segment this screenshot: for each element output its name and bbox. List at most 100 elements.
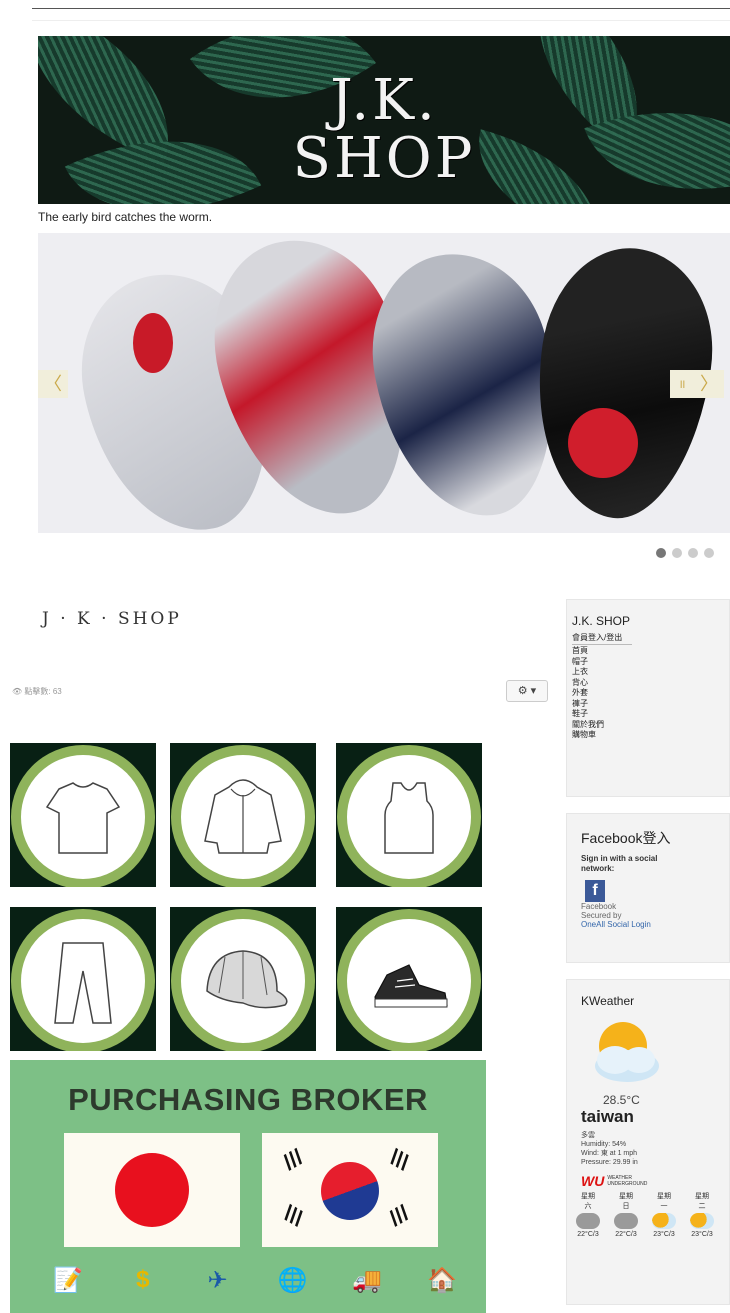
forecast-day-label: 星期 bbox=[619, 1193, 633, 1200]
purchasing-broker-banner[interactable]: PURCHASING BROKER /// \\\ \\\ /// 📝 $ ✈ … bbox=[10, 1060, 486, 1313]
banner-title-line1: J.K. bbox=[330, 68, 438, 133]
facebook-login-button[interactable]: f Facebook bbox=[581, 880, 729, 911]
slider-dot[interactable] bbox=[688, 548, 698, 558]
forecast-temp: 23°C/3 bbox=[653, 1231, 675, 1238]
japan-flag bbox=[64, 1133, 240, 1247]
slider-pause-button[interactable]: ॥ bbox=[670, 370, 694, 398]
truck-icon: 🚚 bbox=[352, 1267, 383, 1294]
weather-humidity: Humidity: 54% bbox=[581, 1141, 627, 1148]
category-tile-shoes[interactable] bbox=[336, 907, 482, 1051]
slider-prev-button[interactable]: 〈 bbox=[38, 370, 68, 398]
category-tile-tshirt[interactable] bbox=[10, 743, 156, 887]
category-circle bbox=[181, 755, 305, 879]
forecast-day-name: 二 bbox=[698, 1203, 706, 1210]
sidebar-item-jackets[interactable]: 外套 bbox=[572, 688, 729, 699]
korea-flag-taeguk bbox=[321, 1162, 379, 1220]
hat-icon bbox=[206, 950, 288, 1009]
options-gear-button[interactable]: ⚙ ▾ bbox=[506, 680, 548, 702]
top-divider-light bbox=[32, 20, 730, 21]
shoe-insole-red bbox=[568, 408, 638, 478]
forecast-day: 星期 一 23°C/3 bbox=[645, 1191, 683, 1238]
weather-underground-logo[interactable]: WU WEATHER UNDERGROUND bbox=[581, 1173, 729, 1189]
partly-sunny-icon bbox=[690, 1213, 714, 1229]
pants-icon bbox=[54, 942, 112, 1024]
slider-dot[interactable] bbox=[656, 548, 666, 558]
slider-next-button[interactable]: 〉 bbox=[694, 370, 724, 398]
sidebar-menu: J.K. SHOP 會員登入/登出 首頁 帽子 上衣 背心 外套 褲子 鞋子 關… bbox=[566, 599, 730, 797]
category-tile-hoodie[interactable] bbox=[170, 743, 316, 887]
korea-flag-trigram: /// bbox=[278, 1144, 308, 1175]
login-link[interactable]: 會員登入/登出 bbox=[572, 632, 729, 643]
sidebar-divider bbox=[572, 644, 632, 645]
image-slider[interactable] bbox=[38, 233, 730, 533]
sneaker-icon bbox=[374, 964, 448, 1008]
forecast-day-label: 星期 bbox=[581, 1193, 595, 1200]
category-circle bbox=[21, 919, 145, 1043]
forecast-temp: 23°C/3 bbox=[691, 1231, 713, 1238]
category-circle bbox=[181, 919, 305, 1043]
sidebar-item-cart[interactable]: 購物車 bbox=[572, 730, 729, 741]
notepad-icon: 📝 bbox=[53, 1267, 83, 1294]
facebook-icon: f bbox=[585, 880, 605, 902]
category-tile-hat[interactable] bbox=[170, 907, 316, 1051]
sidebar-item-home[interactable]: 首頁 bbox=[572, 646, 729, 657]
sidebar-item-hats[interactable]: 帽子 bbox=[572, 657, 729, 668]
oneall-link[interactable]: OneAll Social Login bbox=[581, 920, 729, 929]
category-tile-pants[interactable] bbox=[10, 907, 156, 1051]
tshirt-icon bbox=[45, 782, 121, 854]
slider-pagination bbox=[656, 548, 714, 558]
category-circle bbox=[21, 755, 145, 879]
site-banner[interactable]: J.K. SHOP bbox=[38, 36, 730, 204]
airplane-icon: ✈ bbox=[207, 1267, 228, 1294]
korea-flag-trigram: /// bbox=[384, 1200, 414, 1231]
weather-condition: 多雲 bbox=[581, 1132, 595, 1139]
hit-counter: 👁 點擊數: 63 bbox=[12, 686, 62, 697]
secured-by-text: Secured by bbox=[581, 911, 622, 920]
wu-logo-text: WEATHER UNDERGROUND bbox=[607, 1175, 647, 1187]
dollar-icon: $ bbox=[136, 1266, 150, 1293]
hoodie-icon bbox=[204, 779, 282, 854]
sidebar-item-pants[interactable]: 褲子 bbox=[572, 699, 729, 710]
category-circle bbox=[347, 919, 471, 1043]
weather-widget: KWeather 28.5°C taiwan 多雲 Humidity: 54% … bbox=[566, 979, 730, 1305]
weather-forecast: 星期 六 22°C/3 星期 日 22°C/3 星期 一 23°C/3 星期 二… bbox=[569, 1191, 729, 1238]
partly-cloudy-icon bbox=[595, 1022, 659, 1082]
sidebar-item-tops[interactable]: 上衣 bbox=[572, 667, 729, 678]
slider-dot[interactable] bbox=[704, 548, 714, 558]
site-tagline: The early bird catches the worm. bbox=[38, 210, 213, 224]
korea-flag-trigram: \\\ bbox=[279, 1200, 308, 1231]
wu-logo-text-2: UNDERGROUND bbox=[607, 1181, 648, 1187]
broker-title: PURCHASING BROKER bbox=[68, 1082, 428, 1117]
category-tile-vest[interactable] bbox=[336, 743, 482, 887]
forecast-day-label: 星期 bbox=[657, 1193, 671, 1200]
partly-sunny-icon bbox=[652, 1213, 676, 1229]
forecast-day: 星期 二 23°C/3 bbox=[683, 1191, 721, 1238]
forecast-day-label: 星期 bbox=[695, 1193, 709, 1200]
top-divider bbox=[32, 8, 730, 9]
broker-icon-row: 📝 $ ✈ 🌐 🚚 🏠 bbox=[50, 1266, 460, 1295]
category-circle bbox=[347, 755, 471, 879]
facebook-login-box: Facebook登入 Sign in with a social network… bbox=[566, 813, 730, 963]
korea-flag: /// \\\ \\\ /// bbox=[262, 1133, 438, 1247]
sidebar-item-shoes[interactable]: 鞋子 bbox=[572, 709, 729, 720]
banner-title: J.K. SHOP bbox=[38, 72, 730, 188]
forecast-day-name: 六 bbox=[584, 1203, 592, 1210]
forecast-day: 星期 日 22°C/3 bbox=[607, 1191, 645, 1238]
sidebar-menu-title: J.K. SHOP bbox=[572, 614, 631, 628]
facebook-icon-label: Facebook bbox=[581, 902, 617, 911]
rain-cloud-icon bbox=[614, 1213, 638, 1229]
banner-title-line2: SHOP bbox=[292, 126, 476, 191]
hit-counter-text: 點擊數: 63 bbox=[24, 687, 62, 696]
sidebar-item-about[interactable]: 關於我們 bbox=[572, 720, 729, 731]
forecast-day-name: 一 bbox=[660, 1203, 668, 1210]
weather-location: taiwan bbox=[581, 1107, 634, 1126]
sidebar-item-vests[interactable]: 背心 bbox=[572, 678, 729, 689]
forecast-temp: 22°C/3 bbox=[615, 1231, 637, 1238]
slider-dot[interactable] bbox=[672, 548, 682, 558]
forecast-day: 星期 六 22°C/3 bbox=[569, 1191, 607, 1238]
japan-flag-disc bbox=[115, 1153, 189, 1227]
globe-icon: 🌐 bbox=[277, 1267, 308, 1294]
weather-title: KWeather bbox=[581, 994, 635, 1008]
facebook-login-title: Facebook登入 bbox=[581, 830, 671, 846]
vest-icon bbox=[384, 782, 434, 854]
